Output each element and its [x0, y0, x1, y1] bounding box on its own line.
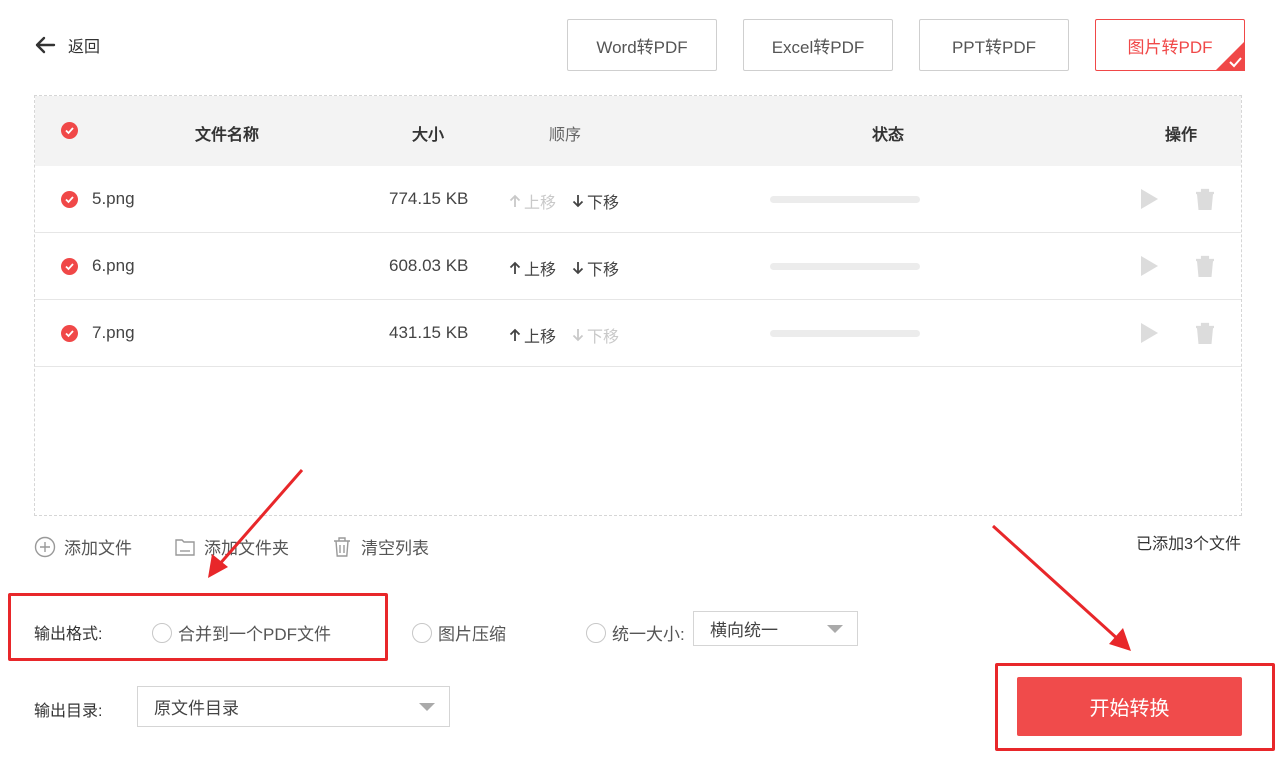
- table-row: 7.png 431.15 KB 上移 下移: [35, 300, 1241, 367]
- chevron-down-icon: [827, 624, 843, 633]
- radio-circle: [412, 622, 432, 643]
- move-down-button[interactable]: 下移: [572, 323, 619, 347]
- file-size: 431.15 KB: [389, 323, 469, 342]
- folder-icon: [175, 538, 195, 556]
- checkmark-icon: [65, 127, 74, 135]
- row-checkbox[interactable]: [61, 258, 78, 275]
- tab-image-to-pdf[interactable]: 图片转PDF: [1095, 19, 1245, 71]
- row-checkbox[interactable]: [61, 325, 78, 342]
- play-icon[interactable]: [1139, 322, 1159, 344]
- table-header: 文件名称 大小 顺序 状态 操作: [35, 96, 1241, 166]
- row-checkbox[interactable]: [61, 191, 78, 208]
- add-file-button[interactable]: 添加文件: [34, 534, 132, 559]
- file-table: 文件名称 大小 顺序 状态 操作 5.png 774.15 KB 上移 下移 6…: [34, 95, 1242, 516]
- play-icon[interactable]: [1139, 255, 1159, 277]
- checkmark-icon: [65, 263, 74, 271]
- move-down-button[interactable]: 下移: [572, 189, 619, 213]
- plus-circle-icon: [34, 536, 56, 557]
- arrow-up-icon: [509, 261, 521, 274]
- column-size: 大小: [412, 127, 445, 144]
- checkmark-icon: [65, 330, 74, 338]
- chevron-down-icon: [419, 702, 435, 711]
- play-icon[interactable]: [1139, 188, 1159, 210]
- tab-word-to-pdf[interactable]: Word转PDF: [567, 19, 717, 71]
- move-up-button[interactable]: 上移: [509, 323, 556, 347]
- output-dir-label: 输出目录:: [34, 703, 103, 720]
- trash-icon[interactable]: [1195, 322, 1215, 344]
- clear-list-button[interactable]: 清空列表: [331, 534, 429, 559]
- arrow-up-icon: [509, 328, 521, 341]
- file-name: 6.png: [92, 256, 135, 275]
- file-name: 5.png: [92, 189, 135, 208]
- move-down-button[interactable]: 下移: [572, 256, 619, 280]
- table-row: 5.png 774.15 KB 上移 下移: [35, 166, 1241, 233]
- progress-bar: [770, 263, 920, 270]
- uniform-size-radio[interactable]: 统一大小:: [586, 620, 685, 645]
- arrow-down-icon: [572, 329, 584, 342]
- column-status: 状态: [872, 127, 905, 144]
- annotation-box-output-format: [8, 593, 388, 661]
- table-row: 6.png 608.03 KB 上移 下移: [35, 233, 1241, 300]
- move-up-button[interactable]: 上移: [509, 189, 556, 213]
- back-button[interactable]: 返回: [34, 33, 100, 57]
- arrow-up-icon: [509, 194, 521, 207]
- progress-bar: [770, 196, 920, 203]
- radio-circle: [586, 622, 606, 643]
- column-actions: 操作: [1165, 127, 1198, 144]
- selected-check-corner-icon: [1215, 41, 1245, 71]
- progress-bar: [770, 330, 920, 337]
- select-all-checkbox[interactable]: [61, 122, 78, 139]
- file-name: 7.png: [92, 323, 135, 342]
- trash-icon[interactable]: [1195, 188, 1215, 210]
- annotation-box-start-button: [995, 663, 1275, 751]
- list-toolbar: 添加文件 添加文件夹 清空列表: [34, 534, 429, 559]
- arrow-down-icon: [572, 262, 584, 275]
- tab-ppt-to-pdf[interactable]: PPT转PDF: [919, 19, 1069, 71]
- annotation-arrow-right: [991, 524, 1131, 651]
- file-count-text: 已添加3个文件: [1136, 536, 1241, 553]
- column-name: 文件名称: [195, 127, 260, 144]
- add-folder-button[interactable]: 添加文件夹: [174, 534, 289, 559]
- arrow-left-icon: [35, 36, 56, 54]
- compress-radio[interactable]: 图片压缩: [412, 620, 506, 645]
- tab-excel-to-pdf[interactable]: Excel转PDF: [743, 19, 893, 71]
- output-dir-select[interactable]: 原文件目录: [137, 686, 450, 727]
- move-up-button[interactable]: 上移: [509, 256, 556, 280]
- trash-icon[interactable]: [1195, 255, 1215, 277]
- column-order: 顺序: [549, 127, 582, 144]
- back-label: 返回: [68, 39, 101, 56]
- uniform-size-select[interactable]: 横向统一: [693, 611, 858, 646]
- checkmark-icon: [65, 196, 74, 204]
- file-size: 774.15 KB: [389, 189, 469, 208]
- arrow-down-icon: [572, 195, 584, 208]
- trash-icon: [334, 536, 350, 557]
- conversion-tabs: Word转PDF Excel转PDF PPT转PDF 图片转PDF: [567, 19, 1245, 71]
- file-size: 608.03 KB: [389, 256, 469, 275]
